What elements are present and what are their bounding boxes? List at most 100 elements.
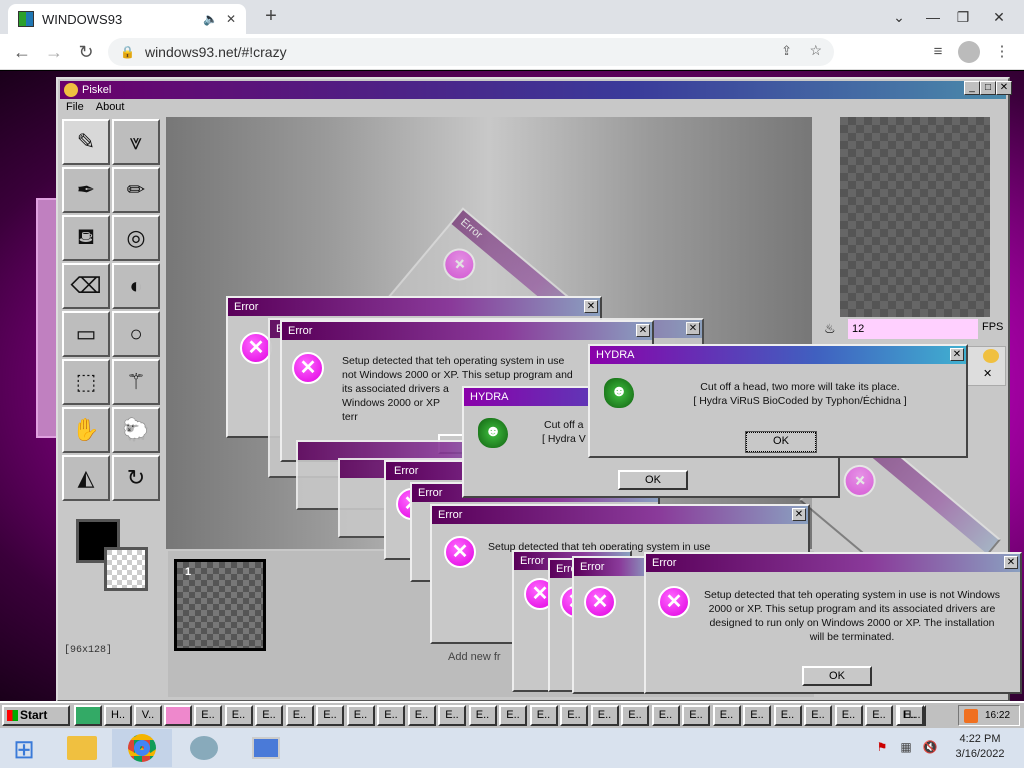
action-center-icon[interactable]: ⚑ bbox=[874, 740, 890, 756]
share-icon[interactable]: ⇪ bbox=[781, 43, 792, 59]
task-button-error[interactable]: E.. bbox=[529, 705, 558, 726]
task-button[interactable]: V.. bbox=[134, 705, 162, 726]
hydra-dragon-icon: ☻ bbox=[478, 418, 508, 448]
menu-file[interactable]: File bbox=[66, 101, 84, 117]
sheep-select-icon[interactable]: 🐑 bbox=[112, 407, 160, 453]
tool-palette: ✎ ⩔ ✒ ✏ ⛾ ◎ ⌫ ◐ ▭ ○ ⬚ ⚚ ✋ 🐑 ◭ ↻ bbox=[62, 119, 162, 501]
task-button-error[interactable]: E.. bbox=[651, 705, 680, 726]
tab-close-icon[interactable]: ✕ bbox=[226, 12, 236, 26]
eraser-icon[interactable]: ⌫ bbox=[62, 263, 110, 309]
secondary-color-swatch[interactable] bbox=[104, 547, 148, 591]
task-button-error[interactable]: E.. bbox=[499, 705, 527, 726]
back-icon[interactable]: ← bbox=[10, 40, 34, 64]
hydra-dragon-icon: ☻ bbox=[604, 378, 634, 408]
color-picker-icon[interactable]: ✒ bbox=[62, 167, 110, 213]
error-icon: ✕ bbox=[584, 586, 616, 618]
task-button-error[interactable]: E.. bbox=[773, 705, 802, 726]
dialog-close-button[interactable]: ✕ bbox=[1004, 556, 1018, 569]
task-button-error[interactable]: E.. bbox=[194, 705, 222, 726]
piskel-titlebar[interactable]: Piskel bbox=[60, 81, 1006, 99]
dialog-close-button[interactable]: ✕ bbox=[686, 322, 700, 335]
task-button-error[interactable]: E.. bbox=[407, 705, 436, 726]
task-button-error[interactable]: E.. bbox=[865, 705, 893, 726]
task-button-error[interactable]: E.. bbox=[255, 705, 283, 726]
pen-tool-icon[interactable]: ✎ bbox=[62, 119, 110, 165]
dialog-close-button[interactable]: ✕ bbox=[950, 348, 964, 361]
chrome-icon[interactable] bbox=[112, 729, 172, 767]
tray-time: 16:22 bbox=[985, 710, 1011, 721]
rss-icon[interactable] bbox=[964, 709, 978, 723]
dialog-close-button[interactable]: ✕ bbox=[792, 508, 806, 521]
magic-wand-icon[interactable]: ⚚ bbox=[112, 359, 160, 405]
paint-icon[interactable] bbox=[174, 729, 234, 767]
menu-about[interactable]: About bbox=[96, 101, 125, 117]
ok-button[interactable]: OK bbox=[802, 666, 872, 686]
network-icon[interactable]: ▦ bbox=[898, 740, 914, 756]
stroke-tool-icon[interactable]: ✏ bbox=[112, 167, 160, 213]
dialog-close-button[interactable]: ✕ bbox=[636, 324, 650, 337]
task-button-error[interactable]: E.. bbox=[224, 705, 253, 726]
task-button-error[interactable]: E.. bbox=[682, 705, 710, 726]
task-button-error[interactable]: E.. bbox=[346, 705, 375, 726]
piskel-maximize-button[interactable]: □ bbox=[980, 81, 996, 95]
new-tab-button[interactable]: + bbox=[258, 4, 284, 30]
task-button-error[interactable]: E.. bbox=[377, 705, 405, 726]
task-button-error[interactable]: E.. bbox=[743, 705, 771, 726]
error-icon: ✕ bbox=[292, 352, 324, 384]
frame-thumbnail[interactable]: 1 bbox=[174, 559, 266, 651]
close-button[interactable]: ✕ bbox=[976, 0, 1022, 34]
menu-kebab-icon[interactable]: ⋮ bbox=[990, 40, 1014, 64]
task-button-error[interactable]: E.. bbox=[804, 705, 832, 726]
system-clock[interactable]: 4:22 PM 3/16/2022 bbox=[940, 732, 1020, 762]
dialog-title: HYDRA bbox=[590, 346, 966, 364]
task-button-error[interactable]: E.. bbox=[895, 705, 924, 726]
bookmark-star-icon[interactable]: ☆ bbox=[809, 42, 822, 59]
task-button-error[interactable]: E.. bbox=[285, 705, 314, 726]
file-explorer-icon[interactable] bbox=[52, 729, 112, 767]
task-button-error[interactable]: E.. bbox=[590, 705, 619, 726]
speaker-icon[interactable]: 🔈 bbox=[203, 12, 218, 26]
lasso-select-icon[interactable]: ◎ bbox=[112, 215, 160, 261]
task-piskel-icon[interactable] bbox=[164, 705, 192, 726]
piskel-close-button[interactable]: ✕ bbox=[996, 81, 1012, 95]
piskel-menubar: File About bbox=[60, 101, 124, 117]
address-bar[interactable]: 🔒 windows93.net/#!crazy ⇪ ☆ bbox=[108, 38, 834, 66]
rotate-tool-icon[interactable]: ↻ bbox=[112, 455, 160, 501]
windows-start-icon[interactable]: ⊞ bbox=[8, 734, 40, 764]
flip-tool-icon[interactable]: ◭ bbox=[62, 455, 110, 501]
task-button-error[interactable]: E.. bbox=[834, 705, 863, 726]
rectangle-tool-icon[interactable]: ▭ bbox=[62, 311, 110, 357]
task-button-error[interactable]: E.. bbox=[712, 705, 741, 726]
media-control-icon[interactable]: ≡ bbox=[926, 40, 950, 64]
task-button-error[interactable]: E.. bbox=[621, 705, 649, 726]
lighten-tool-icon[interactable]: ◐ bbox=[112, 263, 160, 309]
task-button-error[interactable]: E.. bbox=[438, 705, 466, 726]
add-frame-button[interactable]: Add new fr bbox=[448, 651, 501, 663]
hydra-ok-button[interactable]: OK bbox=[745, 431, 817, 453]
reload-icon[interactable]: ↻ bbox=[74, 40, 98, 64]
fps-input[interactable]: 12 bbox=[848, 319, 978, 339]
rect-select-icon[interactable]: ⬚ bbox=[62, 359, 110, 405]
browser-tab[interactable]: WINDOWS93 🔈 ✕ bbox=[8, 4, 246, 34]
task-hydra-icon[interactable] bbox=[74, 705, 102, 726]
dialog-close-button[interactable]: ✕ bbox=[584, 300, 598, 313]
circle-tool-icon[interactable]: ○ bbox=[112, 311, 160, 357]
start-button[interactable]: Start bbox=[2, 705, 70, 726]
piskel-minimize-button[interactable]: _ bbox=[964, 81, 980, 95]
layer-close-icon[interactable]: ✕ bbox=[983, 367, 992, 380]
layer-toggle-icon[interactable] bbox=[983, 349, 999, 363]
hydra-line2: [ Hydra ViRuS BioCoded by Typhon/Échidna… bbox=[693, 395, 907, 407]
task-button[interactable]: H.. bbox=[104, 705, 132, 726]
vertical-mirror-pen-icon[interactable]: ⩔ bbox=[112, 119, 160, 165]
profile-avatar-icon[interactable] bbox=[958, 41, 980, 63]
windows-flag-icon bbox=[7, 710, 18, 721]
hydra-ok-button[interactable]: OK bbox=[618, 470, 688, 490]
task-button-error[interactable]: E.. bbox=[560, 705, 588, 726]
paint-bucket-icon[interactable]: ⛾ bbox=[62, 215, 110, 261]
task-button-error[interactable]: E.. bbox=[468, 705, 497, 726]
task-button-error[interactable]: E.. bbox=[316, 705, 344, 726]
volume-muted-icon[interactable]: 🔇 bbox=[922, 740, 938, 756]
remote-desktop-icon[interactable] bbox=[236, 729, 296, 767]
forward-icon[interactable]: → bbox=[42, 40, 66, 64]
pan-hand-icon[interactable]: ✋ bbox=[62, 407, 110, 453]
